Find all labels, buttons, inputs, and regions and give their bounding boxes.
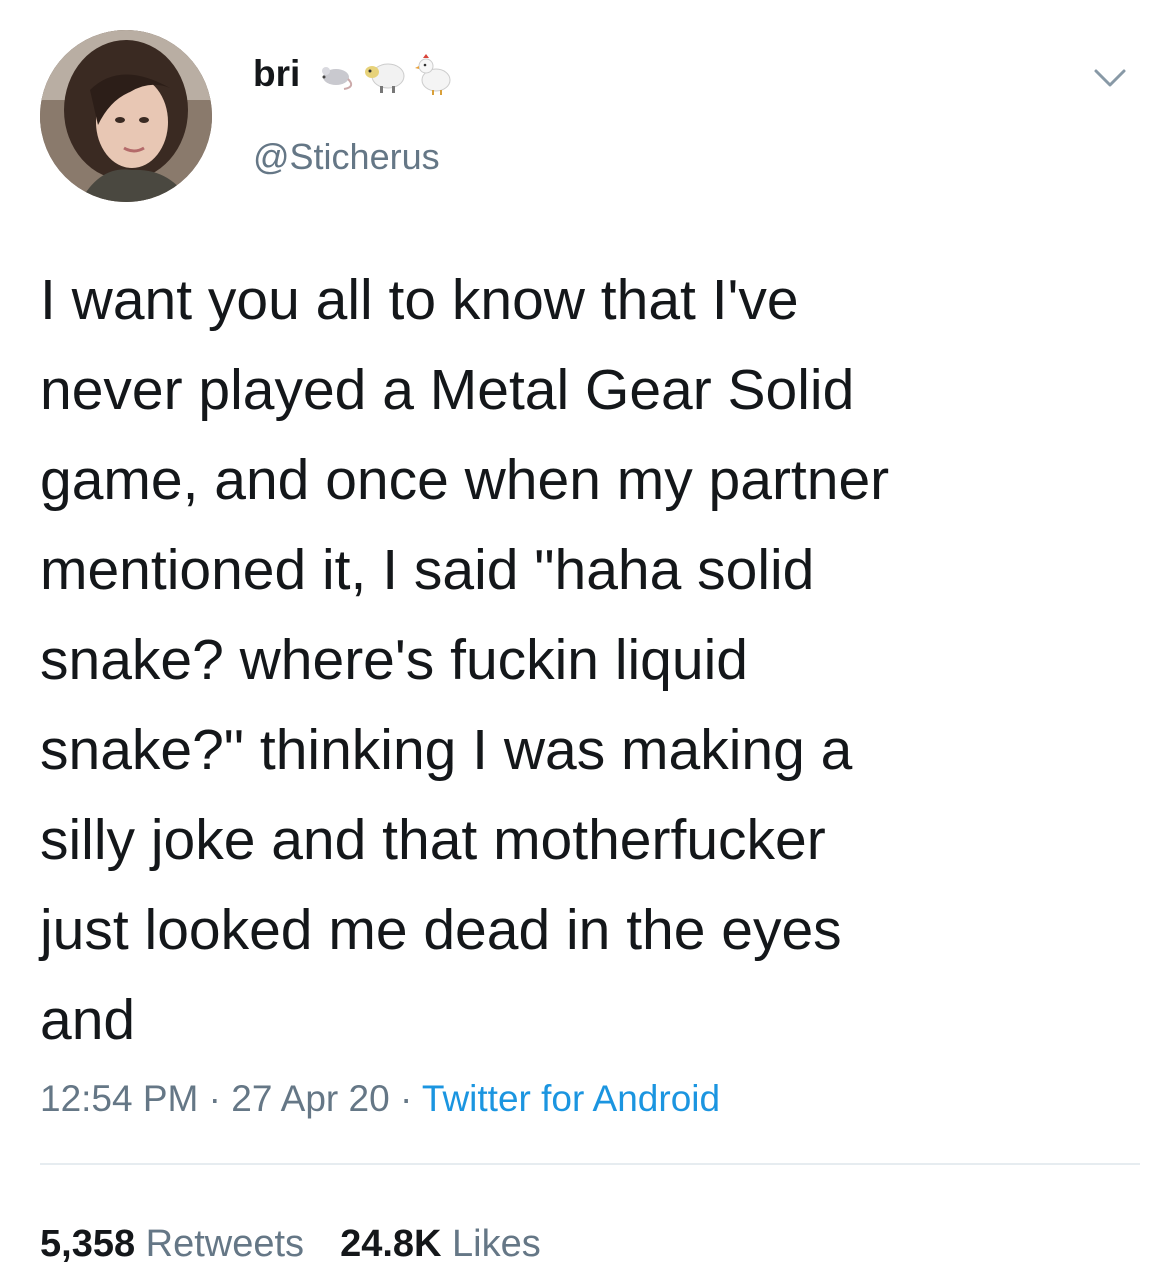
tweet-text: I want you all to know that I've never p… [40,268,890,1052]
tweet-time[interactable]: 12:54 PM [40,1078,198,1119]
likes-stat[interactable]: 24.8K Likes [340,1223,541,1265]
meta-separator: · [198,1078,232,1119]
tweet-meta: 12:54 PM · 27 Apr 20 · Twitter for Andro… [40,1078,720,1120]
sheep-icon [365,63,405,93]
display-name-row[interactable]: bri [253,52,454,96]
tweet-date[interactable]: 27 Apr 20 [231,1078,389,1119]
avatar[interactable] [40,30,212,202]
retweets-label: Retweets [145,1223,305,1265]
name-emojis [318,52,454,96]
retweets-stat[interactable]: 5,358 Retweets [40,1223,304,1265]
avatar-photo [40,30,212,202]
chicken-icon [415,54,451,95]
meta-separator: · [389,1078,422,1119]
retweets-count: 5,358 [40,1223,136,1265]
chevron-down-icon[interactable] [1092,66,1128,90]
tweet-source-link[interactable]: Twitter for Android [422,1078,720,1119]
likes-count: 24.8K [340,1223,442,1265]
mouse-icon [322,67,353,90]
divider [40,1163,1140,1165]
tweet-stats: 5,358 Retweets 24.8K Likes [40,1223,541,1266]
display-name[interactable]: bri [253,53,300,95]
likes-label: Likes [452,1223,541,1265]
user-handle[interactable]: @Sticherus [253,136,440,178]
tweet-card: bri @Sticherus I want you all to know th… [0,0,1170,1286]
